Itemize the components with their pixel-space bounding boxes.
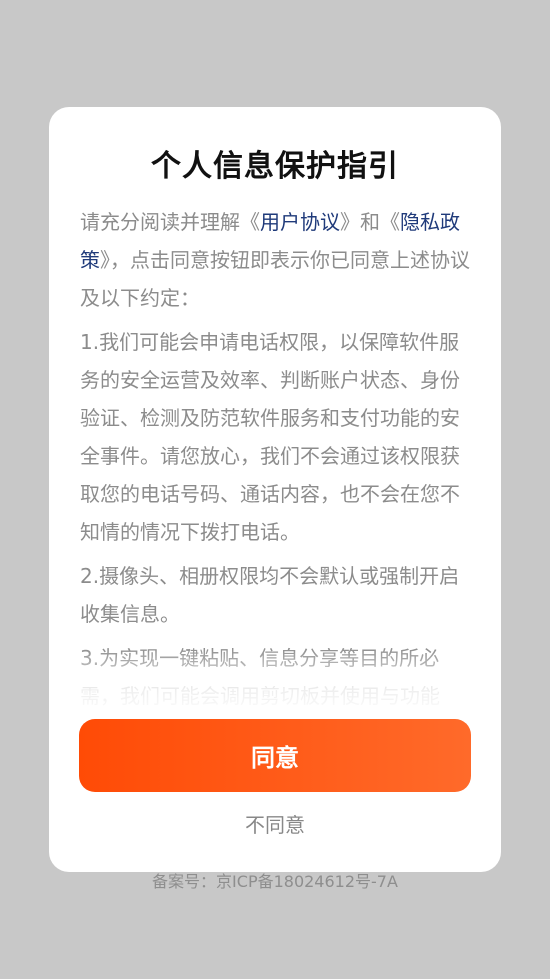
- dialog-content[interactable]: 请充分阅读并理解《用户协议》和《隐私政策》，点击同意按钮即表示你已同意上述协议及…: [80, 203, 470, 709]
- agree-button[interactable]: 同意: [79, 719, 471, 792]
- intro-paragraph: 请充分阅读并理解《用户协议》和《隐私政策》，点击同意按钮即表示你已同意上述协议及…: [80, 203, 470, 317]
- privacy-dialog: 个人信息保护指引 请充分阅读并理解《用户协议》和《隐私政策》，点击同意按钮即表示…: [49, 107, 501, 872]
- intro-suffix: 》，点击同意按钮即表示你已同意上述协议及以下约定：: [80, 248, 470, 310]
- intro-prefix: 请充分阅读并理解《: [80, 210, 260, 234]
- clause-2: 2.摄像头、相册权限均不会默认或强制开启收集信息。: [80, 564, 460, 626]
- clause-1: 1.我们可能会申请电话权限，以保障软件服务的安全运营及效率、判断账户状态、身份验…: [80, 330, 460, 544]
- icp-record-number: 备案号：京ICP备18024612号-7A: [152, 872, 398, 891]
- intro-middle: 》和《: [340, 210, 400, 234]
- dialog-title: 个人信息保护指引: [151, 149, 399, 184]
- disagree-button[interactable]: 不同意: [49, 807, 501, 839]
- clause-3: 3.为实现一键粘贴、信息分享等目的所必需，我们可能会调用剪切板并使用与功能: [80, 646, 440, 708]
- user-agreement-link[interactable]: 用户协议: [260, 210, 340, 234]
